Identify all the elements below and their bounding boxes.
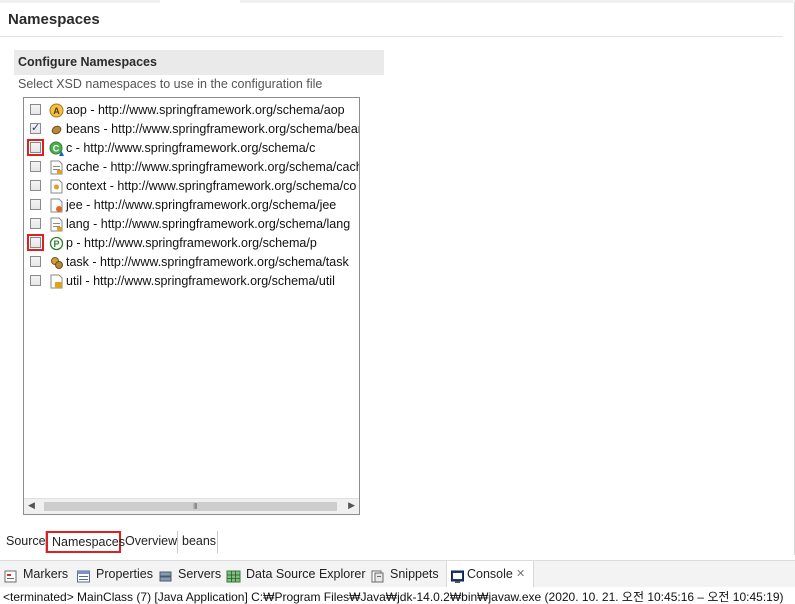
view-tab-data-source-explorer[interactable]: Data Source Explorer xyxy=(226,561,366,588)
namespace-row[interactable]: Aaop - http://www.springframework.org/sc… xyxy=(24,101,359,120)
scroll-right-icon[interactable]: ▶ xyxy=(348,500,355,511)
namespace-row[interactable]: context - http://www.springframework.org… xyxy=(24,177,359,196)
namespace-checkbox[interactable] xyxy=(30,256,41,267)
svg-text:P: P xyxy=(53,239,59,249)
namespace-row[interactable]: beans - http://www.springframework.org/s… xyxy=(24,120,359,139)
xsd-file-icon xyxy=(49,160,64,175)
namespace-checkbox[interactable] xyxy=(30,104,41,115)
svg-text:A: A xyxy=(53,106,60,116)
view-tab-label: Data Source Explorer xyxy=(246,567,366,581)
tab-beans[interactable]: beans xyxy=(178,531,218,553)
util-icon xyxy=(49,274,64,289)
namespace-checkbox[interactable] xyxy=(30,121,41,134)
view-tab-label: Properties xyxy=(96,567,153,581)
namespace-checkbox[interactable] xyxy=(30,180,41,191)
namespace-label: p - http://www.springframework.org/schem… xyxy=(66,236,317,250)
close-icon[interactable]: ✕ xyxy=(516,561,525,588)
jee-icon xyxy=(49,198,64,213)
namespace-label: c - http://www.springframework.org/schem… xyxy=(66,141,316,155)
console-text: <terminated> MainClass (7) [Java Applica… xyxy=(3,590,784,604)
tab-source[interactable]: Source xyxy=(2,531,46,553)
namespace-label: lang - http://www.springframework.org/sc… xyxy=(66,217,351,231)
namespace-label: beans - http://www.springframework.org/s… xyxy=(66,122,360,136)
bottom-view-tabs: Markers Properties Servers Data Source Expl… xyxy=(0,560,795,588)
svg-text:C: C xyxy=(53,144,60,154)
view-tab-label: Servers xyxy=(178,567,222,581)
namespace-checkbox[interactable] xyxy=(30,218,41,229)
namespace-checkbox[interactable] xyxy=(30,199,41,210)
namespace-row[interactable]: Cc - http://www.springframework.org/sche… xyxy=(24,139,359,158)
namespace-label: aop - http://www.springframework.org/sch… xyxy=(66,103,345,117)
section-description: Select XSD namespaces to use in the conf… xyxy=(18,77,323,91)
top-strip-right xyxy=(240,0,795,3)
c-namespace-icon: C xyxy=(49,141,64,156)
namespace-list[interactable]: Aaop - http://www.springframework.org/sc… xyxy=(23,97,360,515)
namespace-row[interactable]: util - http://www.springframework.org/sc… xyxy=(24,272,359,291)
title-divider xyxy=(0,36,783,37)
aop-icon: A xyxy=(49,103,64,118)
namespace-label: cache - http://www.springframework.org/s… xyxy=(66,160,360,174)
view-tab-label: Markers xyxy=(23,567,69,581)
view-tab-label: Snippets xyxy=(390,567,439,581)
namespace-row[interactable]: task - http://www.springframework.org/sc… xyxy=(24,253,359,272)
view-tab-console[interactable]: Console ✕ xyxy=(446,561,534,588)
scroll-left-icon[interactable]: ◀ xyxy=(28,500,35,511)
namespace-row[interactable]: jee - http://www.springframework.org/sch… xyxy=(24,196,359,215)
section-header[interactable]: Configure Namespaces xyxy=(14,50,384,75)
editor-tabs: Source Namespaces Overview beans xyxy=(0,531,300,553)
highlight-box xyxy=(27,139,44,156)
namespace-checkbox[interactable] xyxy=(30,161,41,172)
highlight-box xyxy=(27,234,44,251)
task-icon xyxy=(49,255,64,270)
servers-icon xyxy=(158,567,173,582)
view-tab-label: Console xyxy=(467,567,513,581)
scrollbar-thumb[interactable]: III xyxy=(44,502,337,511)
editor-top-strip xyxy=(0,0,795,3)
namespace-row[interactable]: cache - http://www.springframework.org/s… xyxy=(24,158,359,177)
console-icon xyxy=(450,567,465,583)
xsd-file-icon xyxy=(49,217,64,232)
spring-config-editor: Namespaces Configure Namespaces Select X… xyxy=(0,0,795,555)
properties-icon xyxy=(76,567,91,583)
horizontal-scrollbar[interactable]: ◀ III ▶ xyxy=(24,498,359,514)
top-strip-left xyxy=(0,0,160,3)
scrollbar-grip: III xyxy=(193,502,198,511)
tab-namespaces[interactable]: Namespaces xyxy=(46,531,125,553)
namespace-label: task - http://www.springframework.org/sc… xyxy=(66,255,349,269)
namespace-row[interactable]: Pp - http://www.springframework.org/sche… xyxy=(24,234,359,253)
markers-icon xyxy=(3,567,18,583)
namespace-label: context - http://www.springframework.org… xyxy=(66,179,357,193)
namespace-checkbox[interactable] xyxy=(30,275,41,286)
data-source-icon xyxy=(226,567,241,583)
namespace-label: jee - http://www.springframework.org/sch… xyxy=(66,198,337,212)
p-namespace-icon: P xyxy=(49,236,64,251)
bean-icon xyxy=(49,122,64,137)
snippets-icon xyxy=(370,567,385,583)
section-title: Configure Namespaces xyxy=(18,55,157,69)
page-title: Namespaces xyxy=(8,11,100,28)
context-icon xyxy=(49,179,64,194)
console-output: <terminated> MainClass (7) [Java Applica… xyxy=(0,587,795,604)
namespace-label: util - http://www.springframework.org/sc… xyxy=(66,274,335,288)
namespace-row[interactable]: lang - http://www.springframework.org/sc… xyxy=(24,215,359,234)
tab-overview[interactable]: Overview xyxy=(121,531,178,553)
